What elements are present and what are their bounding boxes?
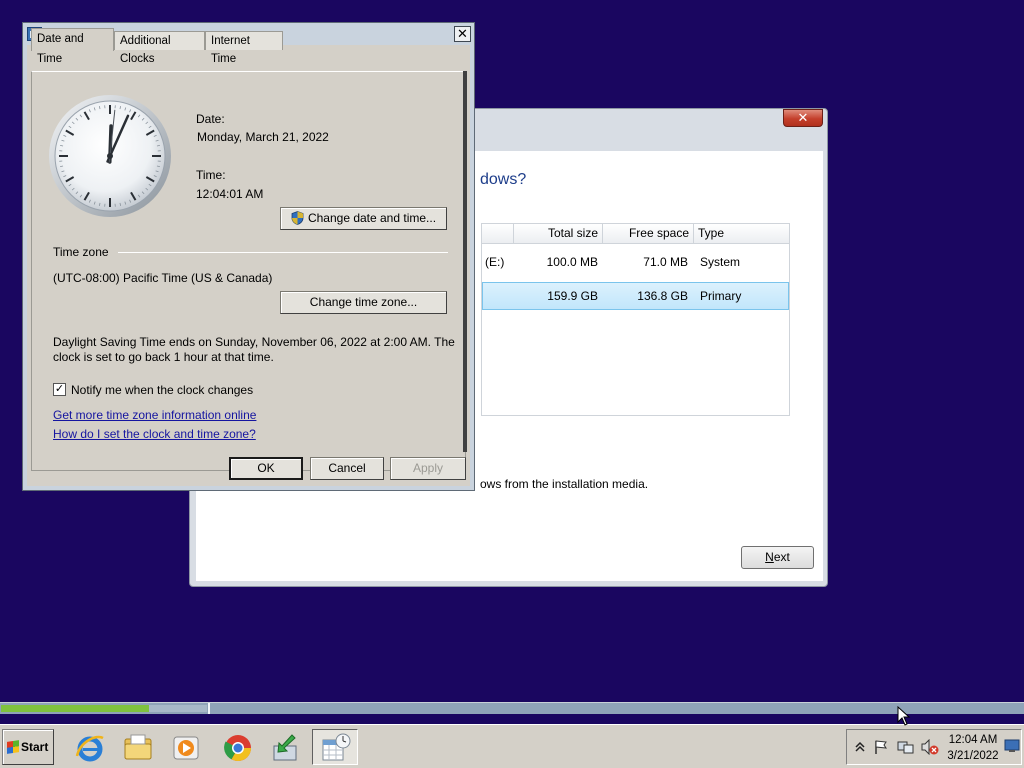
- dst-info-line-1: Daylight Saving Time ends on Sunday, Nov…: [53, 335, 455, 349]
- column-header-free-space[interactable]: Free space: [602, 224, 693, 244]
- start-button[interactable]: Start: [2, 729, 54, 765]
- tab-date-and-time[interactable]: Date and Time: [31, 28, 114, 65]
- setup-heading: dows?: [480, 171, 527, 188]
- time-label: Time:: [196, 168, 226, 182]
- partition-type: Primary: [700, 289, 742, 303]
- taskbar-windows-explorer[interactable]: [114, 729, 160, 765]
- progress-fill: [1, 705, 149, 712]
- partition-name: (E:): [485, 255, 505, 269]
- notify-label[interactable]: Notify me when the clock changes: [71, 383, 253, 397]
- timezone-divider: [118, 252, 448, 253]
- change-timezone-button[interactable]: Change time zone...: [280, 291, 447, 314]
- setup-progress-bar: [0, 702, 1024, 714]
- next-label: ext: [773, 550, 790, 564]
- taskbar-internet-explorer[interactable]: [66, 729, 112, 765]
- folder-icon: [124, 734, 152, 760]
- partition-table[interactable]: Total size Free space Type (E:) 100.0 MB…: [481, 223, 790, 416]
- column-header-type[interactable]: Type: [693, 224, 789, 244]
- tab-additional-clocks[interactable]: Additional Clocks: [114, 31, 205, 65]
- setup-note: ows from the installation media.: [480, 477, 649, 491]
- taskbar-media-player[interactable]: [162, 729, 208, 765]
- tray-clock-date[interactable]: 3/21/2022: [945, 750, 1001, 762]
- change-date-time-button[interactable]: Change date and time...: [280, 207, 447, 230]
- tray-clock-time[interactable]: 12:04 AM: [945, 734, 1001, 746]
- dialog-close-button[interactable]: ✕: [454, 26, 471, 42]
- action-center-flag-icon[interactable]: [873, 739, 889, 755]
- date-value: Monday, March 21, 2022: [197, 130, 329, 144]
- show-hidden-icons-icon[interactable]: [855, 741, 865, 753]
- system-tray: 12:04 AM 3/21/2022: [846, 729, 1022, 765]
- apply-button[interactable]: Apply: [390, 457, 466, 480]
- analog-clock: [49, 95, 171, 217]
- column-header-total-size[interactable]: Total size: [513, 224, 602, 244]
- uac-shield-icon: [291, 211, 304, 225]
- how-to-set-clock-link[interactable]: How do I set the clock and time zone?: [53, 427, 256, 441]
- date-label: Date:: [196, 112, 225, 126]
- partition-free-space: 136.8 GB: [637, 289, 688, 303]
- volume-muted-icon[interactable]: [921, 739, 939, 755]
- next-button[interactable]: Next: [741, 546, 814, 569]
- time-value: 12:04:01 AM: [196, 187, 264, 201]
- partition-row[interactable]: (E:) 100.0 MB 71.0 MB System: [482, 249, 789, 277]
- timezone-value: (UTC-08:00) Pacific Time (US & Canada): [53, 271, 273, 285]
- mouse-cursor-icon: [897, 706, 911, 726]
- taskbar-date-time[interactable]: [312, 729, 358, 765]
- chrome-icon: [224, 735, 252, 762]
- clock-center-pin: [107, 153, 113, 159]
- partition-table-header: Total size Free space Type: [482, 224, 789, 244]
- partition-total-size: 100.0 MB: [546, 255, 598, 269]
- progress-separator: [208, 703, 210, 714]
- start-label: Start: [21, 740, 49, 754]
- partition-row-selected[interactable]: 159.9 GB 136.8 GB Primary: [482, 282, 789, 310]
- partition-type: System: [700, 255, 741, 269]
- notify-checkbox[interactable]: ✓: [53, 383, 66, 396]
- change-date-time-label: Change date and time...: [307, 211, 437, 225]
- tab-internet-time[interactable]: Internet Time: [205, 31, 283, 65]
- progress-remainder: [149, 705, 207, 712]
- date-time-icon: [322, 733, 351, 761]
- internet-explorer-icon: [75, 735, 104, 762]
- show-desktop-icon[interactable]: [1004, 739, 1020, 753]
- cancel-button[interactable]: Cancel: [310, 457, 384, 480]
- installer-icon: [273, 734, 297, 761]
- next-label-access-key: N: [765, 550, 774, 564]
- windows-logo-icon: [7, 740, 19, 754]
- taskbar-chrome[interactable]: [214, 729, 260, 765]
- setup-close-button[interactable]: ✕: [783, 109, 823, 127]
- dst-info-line-2: clock is set to go back 1 hour at that t…: [53, 350, 274, 364]
- ok-button[interactable]: OK: [229, 457, 303, 480]
- network-icon[interactable]: [897, 739, 915, 755]
- media-player-icon: [173, 736, 199, 760]
- timezone-heading: Time zone: [53, 245, 109, 259]
- taskbar-installer[interactable]: [262, 729, 308, 765]
- more-timezone-info-link[interactable]: Get more time zone information online: [53, 408, 256, 422]
- tab-panel-edge: [463, 71, 467, 452]
- partition-total-size: 159.9 GB: [547, 289, 598, 303]
- column-header-name[interactable]: [482, 224, 513, 244]
- partition-free-space: 71.0 MB: [643, 255, 688, 269]
- taskbar: Start 12:04 AM 3/21/2022: [0, 724, 1024, 768]
